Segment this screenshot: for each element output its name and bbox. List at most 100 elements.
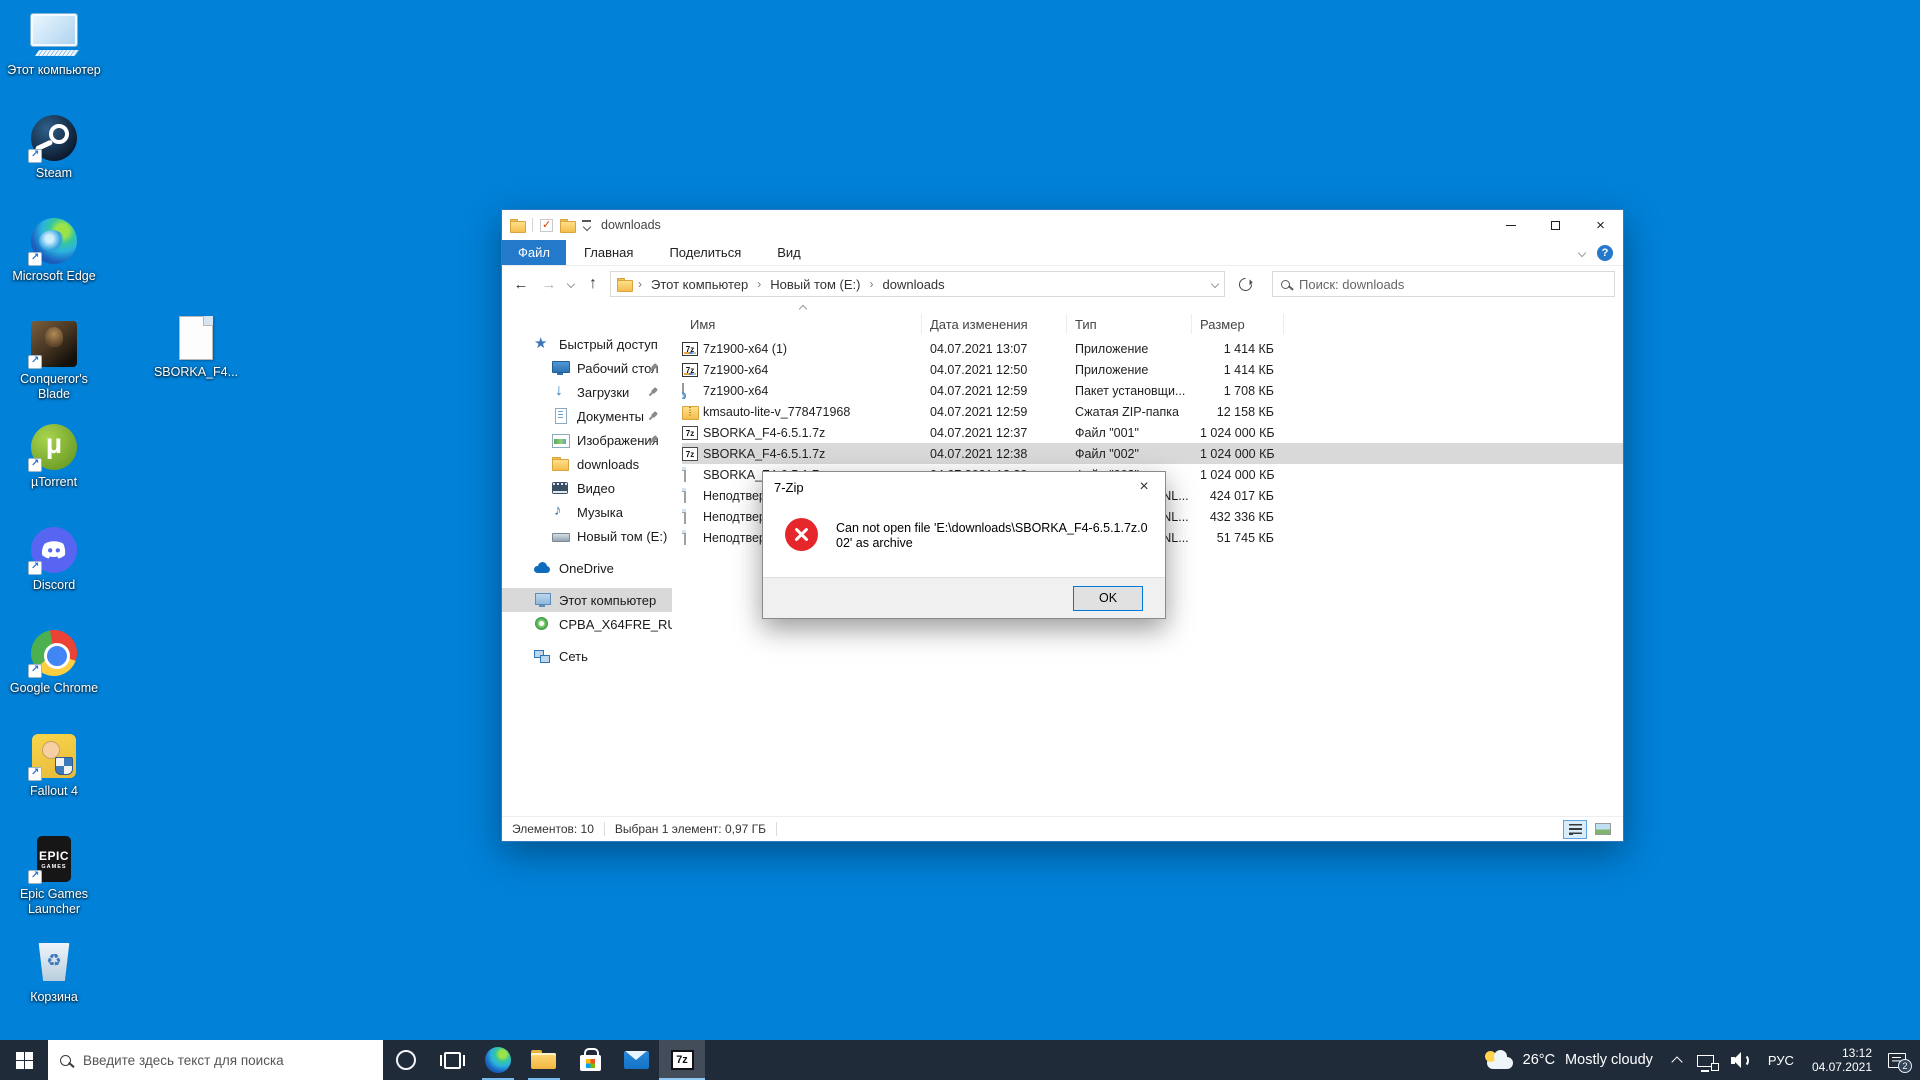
pictures-icon (552, 432, 568, 448)
weather-widget[interactable]: 26°C Mostly cloudy (1475, 1052, 1665, 1069)
expand-ribbon-icon[interactable] (1578, 248, 1586, 256)
drive-icon (552, 528, 568, 544)
breadcrumb-drive-e[interactable]: Новый том (E:) (767, 277, 863, 292)
close-icon: × (1139, 478, 1148, 496)
pin-icon (646, 385, 660, 399)
maximize-button[interactable] (1533, 210, 1578, 240)
task-view-button[interactable] (429, 1040, 475, 1080)
dialog-close-button[interactable]: × (1123, 473, 1165, 502)
taskbar-store-button[interactable] (567, 1040, 613, 1080)
column-header-date[interactable]: Дата изменения (922, 314, 1067, 334)
ok-button[interactable]: OK (1073, 586, 1143, 611)
address-box[interactable]: › Этот компьютер › Новый том (E:) › down… (610, 271, 1225, 297)
file-row[interactable]: 7z7z1900-x64 04.07.2021 12:50Приложение1… (682, 359, 1623, 380)
desktop-icon-recycle-bin[interactable]: Корзина (6, 939, 102, 1032)
sidebar-item-dvd-drive[interactable]: CPBA_X64FRE_RU-RU (502, 612, 672, 636)
sidebar-item-this-pc[interactable]: Этот компьютер (502, 588, 672, 612)
refresh-icon[interactable] (1236, 275, 1254, 293)
shortcut-arrow-icon (28, 458, 42, 472)
desktop-icon-chrome[interactable]: Google Chrome (6, 630, 102, 723)
epic-games-icon: EPICGAMES (31, 836, 77, 882)
clock[interactable]: 13:12 04.07.2021 (1802, 1046, 1882, 1075)
taskbar-edge-button[interactable] (475, 1040, 521, 1080)
desktop-icon-label: Conqueror's Blade (7, 372, 101, 402)
file-row[interactable]: 7z7z1900-x64 (1) 04.07.2021 13:07Приложе… (682, 338, 1623, 359)
forward-button[interactable]: → (538, 276, 560, 293)
notification-badge: 2 (1898, 1059, 1912, 1073)
details-view-button[interactable] (1563, 820, 1587, 839)
taskbar-search-input[interactable] (81, 1052, 371, 1069)
file-row[interactable]: 7zSBORKA_F4-6.5.1.7z 04.07.2021 12:37Фай… (682, 422, 1623, 443)
start-button[interactable] (0, 1040, 48, 1080)
desktop-icon-label: µTorrent (31, 475, 77, 490)
sidebar-item-downloads-folder[interactable]: downloads (502, 452, 672, 476)
taskbar-mail-button[interactable] (613, 1040, 659, 1080)
desktop-icon-epic-games[interactable]: EPICGAMES Epic Games Launcher (6, 836, 102, 929)
sidebar-item-network[interactable]: Сеть (502, 644, 672, 668)
notification-center-button[interactable]: 2 (1888, 1053, 1906, 1068)
tab-home[interactable]: Главная (566, 240, 651, 265)
breadcrumb-downloads[interactable]: downloads (880, 277, 948, 292)
file-row[interactable]: kmsauto-lite-v_778471968 04.07.2021 12:5… (682, 401, 1623, 422)
speaker-icon (1730, 1050, 1752, 1070)
customize-qat-button[interactable] (582, 220, 591, 230)
taskbar-explorer-button[interactable] (521, 1040, 567, 1080)
close-button[interactable]: × (1578, 210, 1623, 240)
sidebar-item-documents[interactable]: Документы (502, 404, 672, 428)
column-header-type[interactable]: Тип (1067, 314, 1192, 334)
hidden-icons-button[interactable] (1665, 1054, 1689, 1066)
sidebar-item-music[interactable]: Музыка (502, 500, 672, 524)
desktop-icon-edge[interactable]: Microsoft Edge (6, 218, 102, 311)
cortana-button[interactable] (383, 1040, 429, 1080)
minimize-button[interactable] (1488, 210, 1533, 240)
up-button[interactable]: ↑ (582, 275, 604, 293)
sidebar-item-desktop[interactable]: Рабочий стол (502, 356, 672, 380)
chevron-up-icon (1671, 1056, 1682, 1067)
desktop-icon-utorrent[interactable]: µTorrent (6, 424, 102, 517)
desktop-file-label: SBORKA_F4... (154, 365, 238, 380)
desktop-icon-fallout4[interactable]: Fallout 4 (6, 733, 102, 826)
desktop-icon-conquerors-blade[interactable]: Conqueror's Blade (6, 321, 102, 414)
recent-locations-icon[interactable] (567, 280, 575, 288)
breadcrumb-this-pc[interactable]: Этот компьютер (648, 277, 751, 292)
tab-share[interactable]: Поделиться (651, 240, 759, 265)
dialog-footer: OK (763, 577, 1165, 618)
desktop-icon-steam[interactable]: Steam (6, 115, 102, 208)
shortcut-arrow-icon (28, 252, 42, 266)
column-header-size[interactable]: Размер (1192, 314, 1284, 334)
explorer-search-input[interactable] (1297, 276, 1606, 293)
7zip-icon: 7z (671, 1050, 694, 1070)
sidebar-item-pictures[interactable]: Изображения (502, 428, 672, 452)
language-indicator[interactable]: РУС (1760, 1053, 1802, 1068)
tab-file[interactable]: Файл (502, 240, 566, 265)
column-header-name[interactable]: Имя (682, 314, 922, 334)
back-button[interactable]: ← (510, 276, 532, 293)
address-dropdown-icon[interactable] (1211, 280, 1219, 288)
downloads-arrow-icon (552, 384, 568, 400)
file-row[interactable]: 7z1900-x64 04.07.2021 12:59Пакет установ… (682, 380, 1623, 401)
new-folder-icon[interactable] (560, 219, 575, 231)
help-icon[interactable]: ? (1597, 245, 1613, 261)
file-row-selected[interactable]: 7zSBORKA_F4-6.5.1.7z 04.07.2021 12:38Фай… (682, 443, 1623, 464)
this-pc-icon (534, 592, 550, 608)
tray-time: 13:12 (1842, 1046, 1872, 1061)
volume-tray-button[interactable] (1722, 1050, 1760, 1070)
discord-icon (31, 527, 77, 573)
tab-view[interactable]: Вид (759, 240, 819, 265)
sidebar-item-downloads-quick[interactable]: Загрузки (502, 380, 672, 404)
blank-file-icon (682, 509, 698, 525)
properties-check-icon[interactable] (540, 219, 553, 232)
installer-icon (682, 383, 698, 399)
sidebar-item-drive-e[interactable]: Новый том (E:) (502, 524, 672, 548)
thumbnails-view-button[interactable] (1591, 820, 1615, 839)
shortcut-arrow-icon (28, 870, 42, 884)
desktop-file-sborka[interactable]: SBORKA_F4... (148, 316, 244, 380)
sidebar-item-quick-access[interactable]: Быстрый доступ (502, 332, 672, 356)
desktop-icon-this-pc[interactable]: Этот компьютер (6, 12, 102, 105)
sidebar-item-videos[interactable]: Видео (502, 476, 672, 500)
sidebar-item-onedrive[interactable]: OneDrive (502, 556, 672, 580)
taskbar-7zip-button[interactable]: 7z (659, 1040, 705, 1080)
desktop-icon-discord[interactable]: Discord (6, 527, 102, 620)
breadcrumb-separator: › (868, 277, 876, 291)
network-tray-button[interactable] (1689, 1053, 1722, 1067)
